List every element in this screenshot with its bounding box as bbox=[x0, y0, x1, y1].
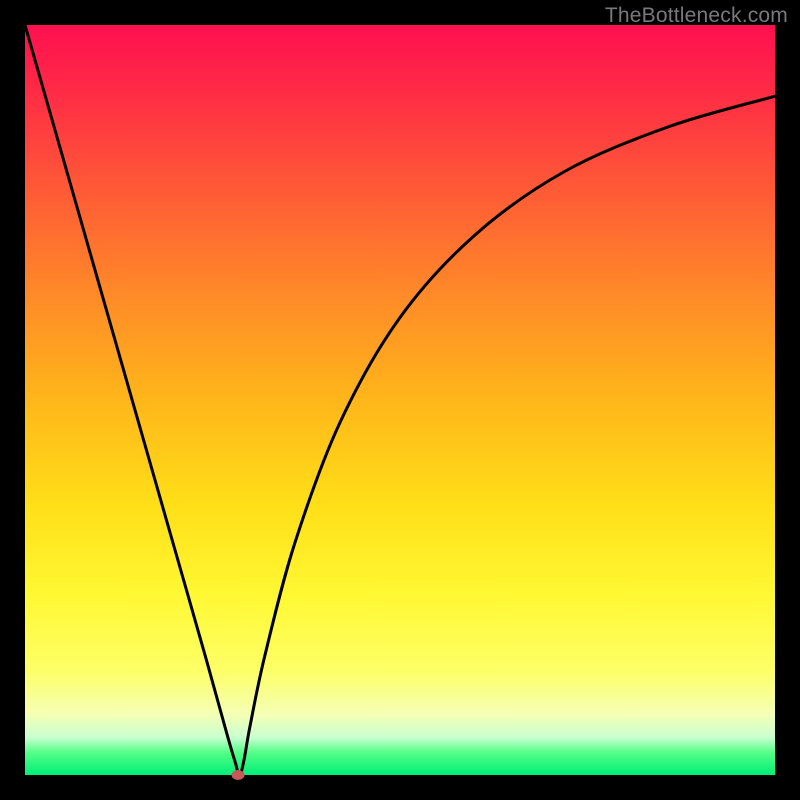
optimal-point-marker bbox=[232, 770, 245, 780]
curve-svg bbox=[25, 25, 775, 775]
chart-frame: TheBottleneck.com bbox=[0, 0, 800, 800]
plot-area bbox=[25, 25, 775, 775]
bottleneck-curve bbox=[25, 25, 775, 775]
